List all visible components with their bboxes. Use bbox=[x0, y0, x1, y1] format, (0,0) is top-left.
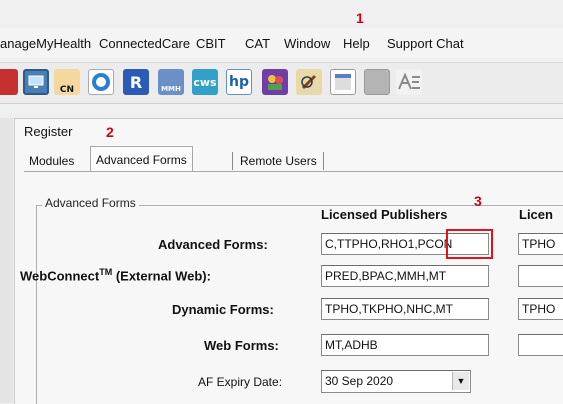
advanced-forms-licen-field[interactable]: TPHO bbox=[518, 233, 563, 255]
menu-managemyhealth[interactable]: anageMyHealth bbox=[0, 36, 91, 51]
menu-cbit[interactable]: CBIT bbox=[196, 36, 226, 51]
hp-icon[interactable]: hp bbox=[226, 69, 252, 95]
web-forms-licen-field[interactable] bbox=[518, 334, 563, 356]
group-label: Advanced Forms bbox=[42, 196, 139, 210]
dynamic-forms-publishers-field[interactable]: TPHO,TKPHO,NHC,MT bbox=[321, 298, 489, 320]
webconnect-publishers-field[interactable]: PRED,BPAC,MMH,MT bbox=[321, 265, 489, 287]
people-icon[interactable] bbox=[262, 69, 288, 95]
menu-window[interactable]: Window bbox=[284, 36, 330, 51]
tab-separator bbox=[323, 152, 324, 170]
label-web-forms: Web Forms: bbox=[204, 338, 279, 353]
cws-icon[interactable]: cws bbox=[192, 69, 218, 95]
column-header-licensed-publishers: Licensed Publishers bbox=[321, 207, 448, 222]
monitor-icon[interactable] bbox=[23, 69, 49, 95]
tab-advanced-forms[interactable]: Advanced Forms bbox=[90, 146, 193, 171]
tab-modules[interactable]: Modules bbox=[24, 150, 79, 172]
gray-square-icon[interactable] bbox=[364, 69, 390, 95]
red-partial-icon[interactable] bbox=[0, 69, 18, 95]
menu-bar: anageMyHealth ConnectedCare CBIT CAT Win… bbox=[0, 28, 563, 58]
mmh-icon[interactable]: MMH bbox=[158, 69, 184, 95]
menu-cat[interactable]: CAT bbox=[245, 36, 270, 51]
ae-icon[interactable] bbox=[396, 69, 422, 95]
web-forms-publishers-field[interactable]: MT,ADHB bbox=[321, 334, 489, 356]
tab-remote-users[interactable]: Remote Users bbox=[235, 150, 322, 172]
dialog-title: Register bbox=[24, 124, 73, 139]
menu-support-chat[interactable]: Support Chat bbox=[387, 36, 464, 51]
chevron-down-icon[interactable]: ▼ bbox=[452, 372, 469, 390]
label-af-expiry-date: AF Expiry Date: bbox=[198, 375, 283, 389]
annotation-3: 3 bbox=[474, 193, 482, 209]
background-panel bbox=[0, 118, 13, 403]
label-dynamic-forms: Dynamic Forms: bbox=[172, 302, 274, 317]
column-header-licen: Licen bbox=[519, 207, 553, 222]
af-expiry-date-dropdown[interactable]: 30 Sep 2020 ▼ bbox=[321, 370, 471, 393]
highlight-box bbox=[446, 229, 493, 259]
menu-connectedcare[interactable]: ConnectedCare bbox=[99, 36, 190, 51]
toolbar: CN R MMH cws hp bbox=[0, 62, 563, 104]
label-webconnect: WebConnectTM (External Web): bbox=[20, 267, 211, 284]
webconnect-licen-field[interactable] bbox=[518, 265, 563, 287]
r-icon[interactable]: R bbox=[123, 69, 149, 95]
annotation-1: 1 bbox=[356, 10, 364, 26]
cn-person-icon[interactable]: CN bbox=[54, 69, 80, 95]
menu-help[interactable]: Help bbox=[343, 36, 370, 51]
af-expiry-date-value: 30 Sep 2020 bbox=[325, 374, 394, 388]
tab-separator bbox=[232, 152, 233, 170]
annotation-2: 2 bbox=[106, 124, 114, 140]
label-advanced-forms: Advanced Forms: bbox=[158, 237, 268, 252]
window-icon[interactable] bbox=[330, 69, 356, 95]
dynamic-forms-licen-field[interactable]: TPHO bbox=[518, 298, 563, 320]
pencil-icon[interactable] bbox=[296, 69, 322, 95]
globe-icon[interactable] bbox=[88, 69, 114, 95]
